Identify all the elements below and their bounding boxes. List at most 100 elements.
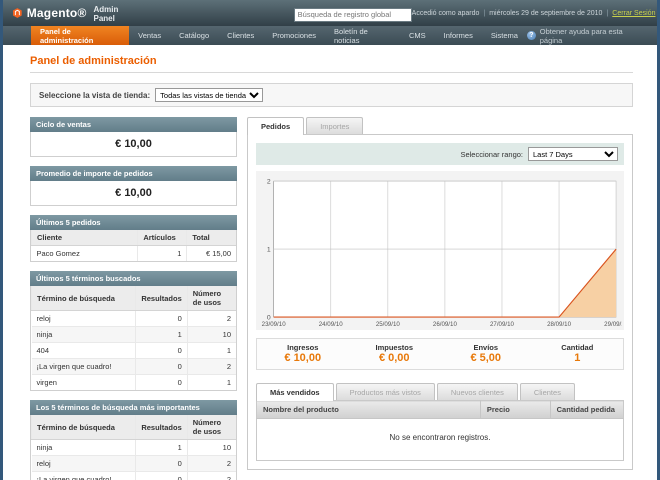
top-search-terms-table: Término de búsquedaResultadosNúmero de u… <box>31 415 236 480</box>
order-row[interactable]: Paco Gomez 1 € 15,00 <box>32 246 237 262</box>
nav-item[interactable]: Ventas <box>129 26 170 45</box>
search-term-row[interactable]: reloj 0 2 <box>32 311 237 327</box>
column-header: Término de búsqueda <box>32 415 136 440</box>
widget-title: Últimos 5 términos buscados <box>30 271 237 286</box>
column-header: Resultados <box>136 415 187 440</box>
nav-item[interactable]: Informes <box>435 26 482 45</box>
store-view-label: Seleccione la vista de tienda: <box>39 91 150 100</box>
logged-in-as: Accedió como apardo <box>412 10 480 17</box>
svg-text:23/09/10: 23/09/10 <box>262 321 287 328</box>
store-view-switcher: Seleccione la vista de tienda: Todas las… <box>30 83 633 107</box>
dashboard-main: PedidosImportes Seleccionar rango: Last … <box>247 117 633 470</box>
store-view-select[interactable]: Todas las vistas de tienda <box>155 88 263 102</box>
empty-records-message: No se encontraron registros. <box>257 419 624 461</box>
stat-label: Impuestos <box>349 343 441 352</box>
stat-value: € 0,00 <box>349 352 441 364</box>
help-link[interactable]: ? Obtener ayuda para esta página <box>527 26 657 45</box>
top-search-terms-widget: Los 5 términos de búsqueda más important… <box>30 400 237 480</box>
svg-text:29/09/10: 29/09/10 <box>604 321 622 328</box>
last-search-terms-table: Término de búsquedaResultadosNúmero de u… <box>31 286 236 390</box>
report-tab[interactable]: Productos más vistos <box>336 383 435 400</box>
help-icon: ? <box>527 31 536 40</box>
report-tab[interactable]: Clientes <box>520 383 575 400</box>
column-header: Número de usos <box>187 286 236 311</box>
column-header: Total <box>187 230 236 246</box>
column-header: Nombre del producto <box>257 401 481 419</box>
last-search-terms-widget: Últimos 5 términos buscados Término de b… <box>30 271 237 391</box>
report-tab[interactable]: Nuevos clientes <box>437 383 518 400</box>
search-term-row[interactable]: ninja 1 10 <box>32 327 237 343</box>
lifetime-sales-widget: Ciclo de ventas € 10,00 <box>30 117 237 157</box>
nav-item[interactable]: Boletín de noticias <box>325 26 400 45</box>
stat-value: 1 <box>532 352 624 364</box>
column-header: Cantidad pedida <box>550 401 623 419</box>
logo-subtitle: Admin Panel <box>94 5 124 23</box>
orders-chart: 01223/09/1024/09/1025/09/1026/09/1027/09… <box>258 175 622 330</box>
stat-label: Cantidad <box>532 343 624 352</box>
svg-text:24/09/10: 24/09/10 <box>319 321 344 328</box>
chart-tab[interactable]: Importes <box>306 117 363 134</box>
stat-value: € 10,00 <box>257 352 349 364</box>
search-term-row[interactable]: reloj 0 2 <box>32 456 237 472</box>
magento-admin-window: Magento® Admin Panel Accedió como apardo… <box>0 0 660 480</box>
chart-tabs: PedidosImportes <box>247 117 633 134</box>
stat-label: Envíos <box>440 343 532 352</box>
svg-text:27/09/10: 27/09/10 <box>490 321 515 328</box>
header-bar: Magento® Admin Panel Accedió como apardo… <box>3 0 657 26</box>
main-nav: Panel de administración Ventas Catálogo … <box>3 26 657 45</box>
chart-tab[interactable]: Pedidos <box>247 117 304 135</box>
lifetime-sales-value: € 10,00 <box>31 132 236 156</box>
svg-text:1: 1 <box>267 247 271 254</box>
widget-title: Promedio de importe de pedidos <box>30 166 237 181</box>
header-user-info: Accedió como apardo | miércoles 29 de se… <box>412 10 656 17</box>
title-divider <box>30 72 633 73</box>
logo-title: Magento® <box>27 6 87 20</box>
column-header: Precio <box>480 401 550 419</box>
column-header: Cliente <box>32 230 138 246</box>
total-stat: Envíos € 5,00 <box>440 343 532 364</box>
logout-link[interactable]: Cerrar Sesión <box>612 10 655 17</box>
report-tabs: Más vendidosProductos más vistosNuevos c… <box>256 383 624 400</box>
page-title: Panel de administración <box>30 55 633 67</box>
search-term-row[interactable]: ¡La virgen que cuadro! 0 2 <box>32 472 237 480</box>
svg-text:28/09/10: 28/09/10 <box>547 321 572 328</box>
last-orders-widget: Últimos 5 pedidos ClienteArtículosTotal … <box>30 215 237 262</box>
svg-text:25/09/10: 25/09/10 <box>376 321 401 328</box>
bestsellers-table: Nombre del producto Precio Cantidad pedi… <box>256 400 624 461</box>
nav-item[interactable]: Sistema <box>482 26 527 45</box>
nav-item[interactable]: CMS <box>400 26 435 45</box>
totals-bar: Ingresos € 10,00 Impuestos € 0,00 Envíos <box>256 338 624 370</box>
total-stat: Cantidad 1 <box>532 343 624 364</box>
widget-title: Los 5 términos de búsqueda más important… <box>30 400 237 415</box>
widget-title: Ciclo de ventas <box>30 117 237 132</box>
chart-panel: Seleccionar rango: Last 7 Days 01223/09/… <box>247 134 633 470</box>
column-header: Término de búsqueda <box>32 286 136 311</box>
nav-item[interactable]: Promociones <box>263 26 325 45</box>
nav-menu: Panel de administración Ventas Catálogo … <box>31 26 527 45</box>
nav-item[interactable]: Catálogo <box>170 26 218 45</box>
dashboard-page: Panel de administración Seleccione la vi… <box>3 45 657 480</box>
nav-item[interactable]: Clientes <box>218 26 263 45</box>
column-header: Resultados <box>136 286 187 311</box>
current-date: miércoles 29 de septiembre de 2010 <box>489 10 602 17</box>
column-header: Número de usos <box>187 415 236 440</box>
search-term-row[interactable]: 404 0 1 <box>32 343 237 359</box>
average-orders-value: € 10,00 <box>31 181 236 205</box>
report-tab[interactable]: Más vendidos <box>256 383 334 401</box>
total-stat: Ingresos € 10,00 <box>257 343 349 364</box>
search-term-row[interactable]: ninja 1 10 <box>32 440 237 456</box>
widget-title: Últimos 5 pedidos <box>30 215 237 230</box>
svg-text:26/09/10: 26/09/10 <box>433 321 458 328</box>
range-select[interactable]: Last 7 Days <box>528 147 618 161</box>
stat-value: € 5,00 <box>440 352 532 364</box>
chart-area: 01223/09/1024/09/1025/09/1026/09/1027/09… <box>256 171 624 330</box>
range-selector-bar: Seleccionar rango: Last 7 Days <box>256 143 624 165</box>
stat-label: Ingresos <box>257 343 349 352</box>
magento-logo-icon <box>13 5 22 21</box>
column-header: Artículos <box>138 230 187 246</box>
nav-item[interactable]: Panel de administración <box>31 26 129 45</box>
search-term-row[interactable]: virgen 0 1 <box>32 375 237 391</box>
dashboard-sidebar: Ciclo de ventas € 10,00 Promedio de impo… <box>30 117 237 480</box>
global-search-input[interactable] <box>294 8 412 22</box>
search-term-row[interactable]: ¡La virgen que cuadro! 0 2 <box>32 359 237 375</box>
